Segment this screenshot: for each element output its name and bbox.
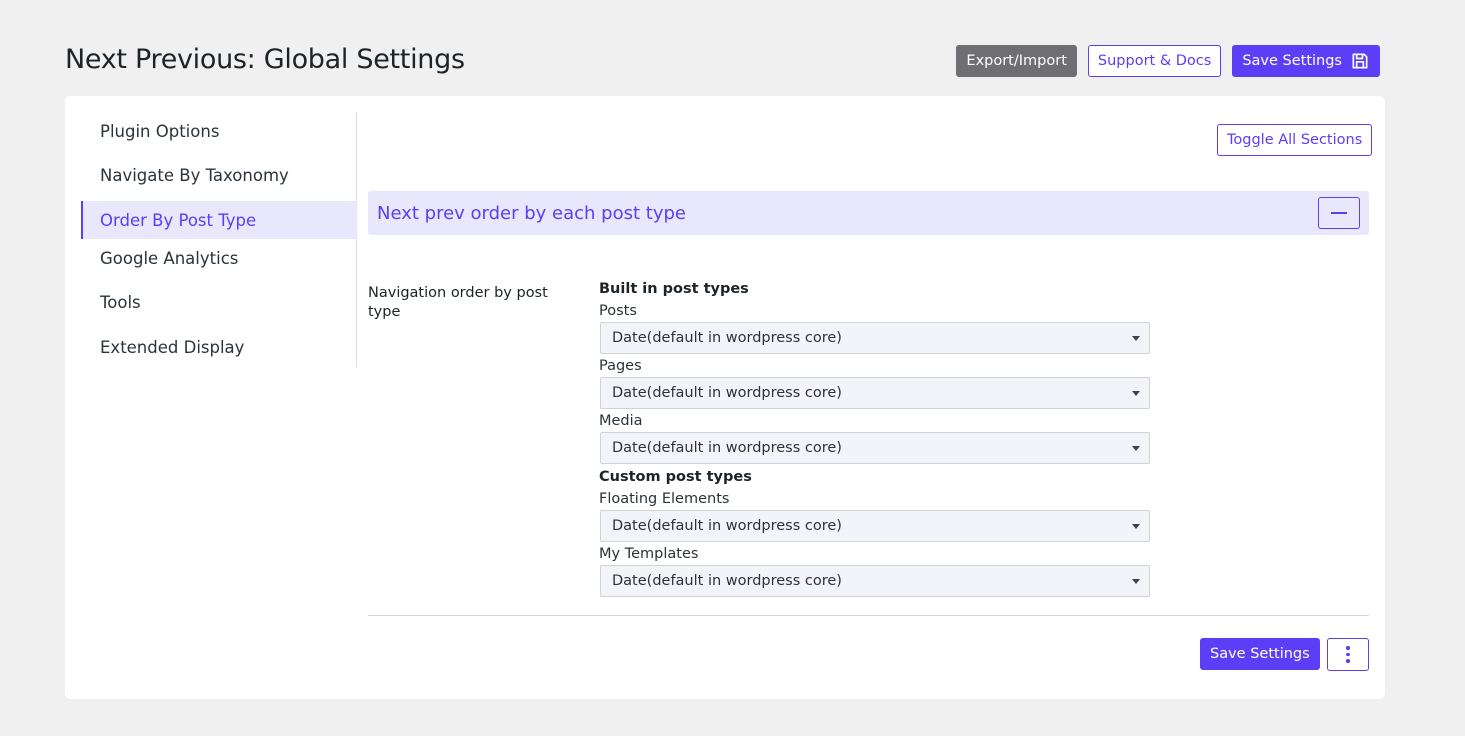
support-docs-button[interactable]: Support & Docs	[1087, 45, 1222, 77]
sidebar-item-order-by-post-type[interactable]: Order By Post Type	[81, 201, 357, 239]
page-title: Next Previous: Global Settings	[65, 44, 465, 75]
floating-elements-order-select[interactable]: Date(default in wordpress core)	[600, 510, 1150, 542]
vertical-dots-icon	[1346, 646, 1350, 650]
my-templates-label: My Templates	[599, 546, 699, 562]
section-header[interactable]: Next prev order by each post type	[368, 191, 1369, 235]
sidebar-item-google-analytics[interactable]: Google Analytics	[81, 239, 357, 277]
caret-down-icon	[1132, 579, 1140, 584]
pages-order-select[interactable]: Date(default in wordpress core)	[600, 377, 1150, 409]
select-value: Date(default in wordpress core)	[612, 573, 842, 589]
bottom-save-settings-button[interactable]: Save Settings	[1200, 638, 1320, 670]
posts-label: Posts	[599, 303, 637, 319]
select-value: Date(default in wordpress core)	[612, 518, 842, 534]
select-value: Date(default in wordpress core)	[612, 330, 842, 346]
save-settings-label: Save Settings	[1242, 53, 1342, 69]
caret-down-icon	[1132, 446, 1140, 451]
custom-post-types-heading: Custom post types	[599, 469, 752, 485]
sidebar-item-label: Google Analytics	[100, 248, 239, 268]
select-value: Date(default in wordpress core)	[612, 440, 842, 456]
sidebar-item-label: Plugin Options	[100, 121, 220, 141]
pages-label: Pages	[599, 358, 642, 374]
section-title: Next prev order by each post type	[377, 202, 686, 224]
minus-icon	[1331, 212, 1347, 214]
sidebar-item-label: Order By Post Type	[100, 210, 257, 230]
field-label: Navigation order by post type	[368, 285, 548, 320]
my-templates-order-select[interactable]: Date(default in wordpress core)	[600, 565, 1150, 597]
collapse-section-button[interactable]	[1318, 197, 1360, 229]
floating-elements-label: Floating Elements	[599, 491, 730, 507]
posts-order-select[interactable]: Date(default in wordpress core)	[600, 322, 1150, 354]
divider	[368, 615, 1369, 616]
sidebar-item-tools[interactable]: Tools	[81, 283, 357, 321]
caret-down-icon	[1132, 336, 1140, 341]
sidebar-item-label: Extended Display	[100, 337, 245, 357]
toggle-all-sections-button[interactable]: Toggle All Sections	[1217, 124, 1373, 156]
floppy-disk-icon	[1352, 53, 1368, 69]
settings-card: Plugin Options Navigate By Taxonomy Orde…	[65, 96, 1385, 699]
sidebar-item-label: Navigate By Taxonomy	[100, 165, 289, 185]
settings-sidebar: Plugin Options Navigate By Taxonomy Orde…	[81, 112, 357, 367]
save-settings-button[interactable]: Save Settings	[1232, 45, 1380, 77]
sidebar-item-label: Tools	[100, 292, 141, 312]
select-value: Date(default in wordpress core)	[612, 385, 842, 401]
more-options-button[interactable]	[1327, 638, 1369, 671]
sidebar-item-navigate-by-taxonomy[interactable]: Navigate By Taxonomy	[81, 156, 357, 194]
export-import-button[interactable]: Export/Import	[956, 45, 1077, 77]
caret-down-icon	[1132, 391, 1140, 396]
media-label: Media	[599, 413, 643, 429]
media-order-select[interactable]: Date(default in wordpress core)	[600, 432, 1150, 464]
sidebar-item-extended-display[interactable]: Extended Display	[81, 328, 357, 366]
header-actions: Export/Import Support & Docs Save Settin…	[956, 45, 1380, 77]
caret-down-icon	[1132, 524, 1140, 529]
built-in-post-types-heading: Built in post types	[599, 281, 749, 297]
sidebar-item-plugin-options[interactable]: Plugin Options	[81, 112, 357, 150]
